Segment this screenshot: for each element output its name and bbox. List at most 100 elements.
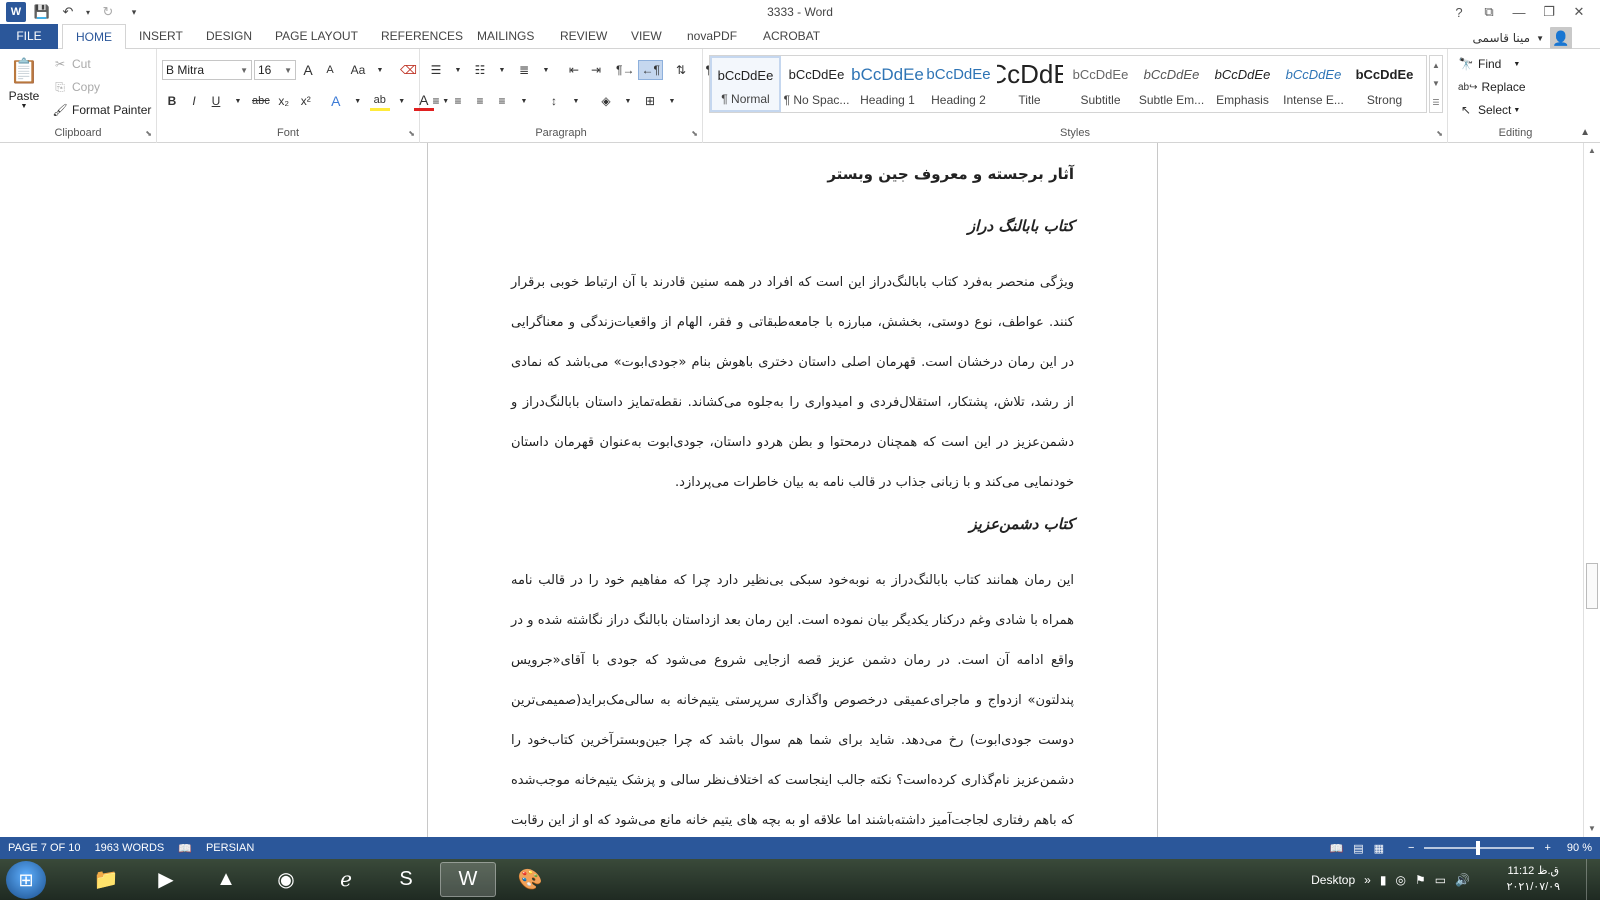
- find-button[interactable]: 🔭 Find ▼: [1456, 54, 1521, 74]
- restore-icon[interactable]: ❐: [1534, 0, 1564, 24]
- style-no-spacing[interactable]: bCcDdEe ¶ No Spac...: [781, 56, 852, 112]
- superscript-button[interactable]: x²: [296, 91, 316, 111]
- chrome-icon[interactable]: ◉: [258, 862, 314, 897]
- align-center-icon[interactable]: ≡: [448, 91, 468, 111]
- replace-button[interactable]: ab↪ Replace: [1456, 77, 1526, 97]
- tab-home[interactable]: HOME: [62, 24, 126, 50]
- cut-button[interactable]: ✂ Cut: [50, 54, 91, 74]
- highlight-button[interactable]: ab: [369, 91, 390, 111]
- clear-formatting-icon[interactable]: ⌫: [398, 60, 419, 80]
- font-size-combo[interactable]: 16 ▼: [254, 60, 296, 80]
- subscript-button[interactable]: x₂: [274, 91, 294, 111]
- style-normal[interactable]: bCcDdEe ¶ Normal: [710, 56, 781, 112]
- multilevel-list-icon[interactable]: ≣: [514, 60, 534, 80]
- chevron-down-icon[interactable]: ▼: [514, 91, 534, 111]
- shading-icon[interactable]: ◈: [596, 91, 616, 111]
- chevron-up-icon[interactable]: ▲: [1432, 61, 1440, 70]
- rtl-direction-icon[interactable]: ←¶: [638, 60, 663, 80]
- line-spacing-icon[interactable]: ↕: [544, 91, 564, 111]
- tab-novapdf[interactable]: novaPDF: [674, 24, 750, 49]
- scroll-up-icon[interactable]: ▲: [1584, 143, 1600, 159]
- internet-explorer-icon[interactable]: ℯ: [318, 862, 374, 897]
- paste-button[interactable]: 📋 Paste ▼: [6, 55, 42, 117]
- tab-references[interactable]: REFERENCES: [368, 24, 476, 49]
- style-intense-emphasis[interactable]: bCcDdEe Intense E...: [1278, 56, 1349, 112]
- collapse-ribbon-icon[interactable]: ▲: [1580, 127, 1590, 138]
- network-icon[interactable]: ▮: [1380, 873, 1387, 887]
- bold-button[interactable]: B: [162, 91, 182, 111]
- zoom-slider[interactable]: [1424, 841, 1535, 855]
- style-title[interactable]: bCcDdEe Title: [994, 56, 1065, 112]
- sort-icon[interactable]: ⇅: [671, 60, 691, 80]
- help-icon[interactable]: ?: [1444, 0, 1474, 24]
- chevron-down-icon[interactable]: ▼: [536, 60, 556, 80]
- more-icon[interactable]: ☰: [1432, 98, 1439, 107]
- tab-insert[interactable]: INSERT: [126, 24, 196, 49]
- text-effects-button[interactable]: A: [326, 91, 346, 111]
- style-emphasis[interactable]: bCcDdEe Emphasis: [1207, 56, 1278, 112]
- print-layout-icon[interactable]: ▤: [1353, 842, 1363, 855]
- copy-button[interactable]: ⎘ Copy: [50, 77, 100, 97]
- scrollbar-thumb[interactable]: [1586, 563, 1598, 609]
- zoom-out-button[interactable]: −: [1408, 842, 1414, 854]
- numbering-icon[interactable]: ☷: [470, 60, 490, 80]
- read-mode-icon[interactable]: 📖: [1330, 842, 1344, 855]
- dialog-launcher-icon[interactable]: ⬊: [408, 129, 415, 138]
- chevron-down-icon[interactable]: ▼: [392, 91, 412, 111]
- scroll-down-icon[interactable]: ▼: [1584, 821, 1600, 837]
- change-case-button[interactable]: Aa: [348, 60, 368, 80]
- style-subtle-emphasis[interactable]: bCcDdEe Subtle Em...: [1136, 56, 1207, 112]
- justify-icon[interactable]: ≡: [492, 91, 512, 111]
- italic-button[interactable]: I: [184, 91, 204, 111]
- web-layout-icon[interactable]: ▦: [1374, 842, 1384, 855]
- vertical-scrollbar[interactable]: ▲ ▼: [1583, 143, 1600, 837]
- flag-icon[interactable]: ⚑: [1415, 873, 1426, 887]
- chevron-down-icon[interactable]: ▼: [492, 60, 512, 80]
- dialog-launcher-icon[interactable]: ⬊: [1436, 129, 1443, 138]
- style-subtitle[interactable]: bCcDdEe Subtitle: [1065, 56, 1136, 112]
- format-painter-button[interactable]: 🖌 Format Painter: [50, 100, 151, 120]
- decrease-indent-icon[interactable]: ⇤: [564, 60, 584, 80]
- word-taskbar-icon[interactable]: W: [440, 862, 496, 897]
- zoom-in-button[interactable]: +: [1544, 842, 1550, 854]
- borders-icon[interactable]: ⊞: [640, 91, 660, 111]
- dialog-launcher-icon[interactable]: ⬊: [145, 129, 152, 138]
- tab-view[interactable]: VIEW: [618, 24, 675, 49]
- chevron-down-icon[interactable]: ▼: [370, 60, 390, 80]
- select-button[interactable]: ↖ Select ▼: [1456, 100, 1520, 120]
- chevron-down-icon[interactable]: ▼: [1432, 79, 1440, 88]
- tray-app-icon[interactable]: ◎: [1395, 873, 1405, 887]
- dialog-launcher-icon[interactable]: ⬊: [691, 129, 698, 138]
- chevron-down-icon[interactable]: ▼: [566, 91, 586, 111]
- style-strong[interactable]: bCcDdEe Strong: [1349, 56, 1420, 112]
- tab-review[interactable]: REVIEW: [547, 24, 620, 49]
- chevron-down-icon[interactable]: ▼: [228, 91, 248, 111]
- proofing-icon[interactable]: 📖: [178, 842, 192, 855]
- chevron-down-icon[interactable]: ▼: [348, 91, 368, 111]
- shrink-font-button[interactable]: A: [320, 60, 340, 80]
- chevron-down-icon[interactable]: ▼: [662, 91, 682, 111]
- ribbon-display-options-icon[interactable]: ⧉: [1474, 0, 1504, 24]
- style-heading-2[interactable]: bCcDdEe Heading 2: [923, 56, 994, 112]
- close-icon[interactable]: ✕: [1564, 0, 1594, 24]
- tab-design[interactable]: DESIGN: [193, 24, 265, 49]
- page-count[interactable]: PAGE 7 OF 10: [8, 842, 81, 854]
- increase-indent-icon[interactable]: ⇥: [586, 60, 606, 80]
- styles-gallery-scroll[interactable]: ▲ ▼ ☰: [1429, 55, 1443, 113]
- action-center-icon[interactable]: ▭: [1435, 873, 1446, 887]
- volume-icon[interactable]: 🔊: [1455, 873, 1470, 887]
- start-button-icon[interactable]: ⊞: [6, 861, 46, 899]
- desktop-toolbar[interactable]: Desktop: [1311, 873, 1355, 887]
- underline-button[interactable]: U: [206, 91, 226, 111]
- tab-page-layout[interactable]: PAGE LAYOUT: [262, 24, 371, 49]
- chevron-down-icon[interactable]: ▼: [618, 91, 638, 111]
- style-heading-1[interactable]: bCcDdEe Heading 1: [851, 56, 924, 112]
- chevron-down-icon[interactable]: ▼: [448, 60, 468, 80]
- clock[interactable]: 11:12 ق.ظ ۲۰۲۱/۰۷/۰۹: [1507, 863, 1560, 895]
- align-right-icon[interactable]: ≡: [470, 91, 490, 111]
- zoom-slider-knob[interactable]: [1476, 841, 1481, 855]
- tab-mailings[interactable]: MAILINGS: [464, 24, 547, 49]
- chevron-icon[interactable]: »: [1364, 873, 1371, 887]
- align-left-icon[interactable]: ≡: [426, 91, 446, 111]
- bullets-icon[interactable]: ☰: [426, 60, 446, 80]
